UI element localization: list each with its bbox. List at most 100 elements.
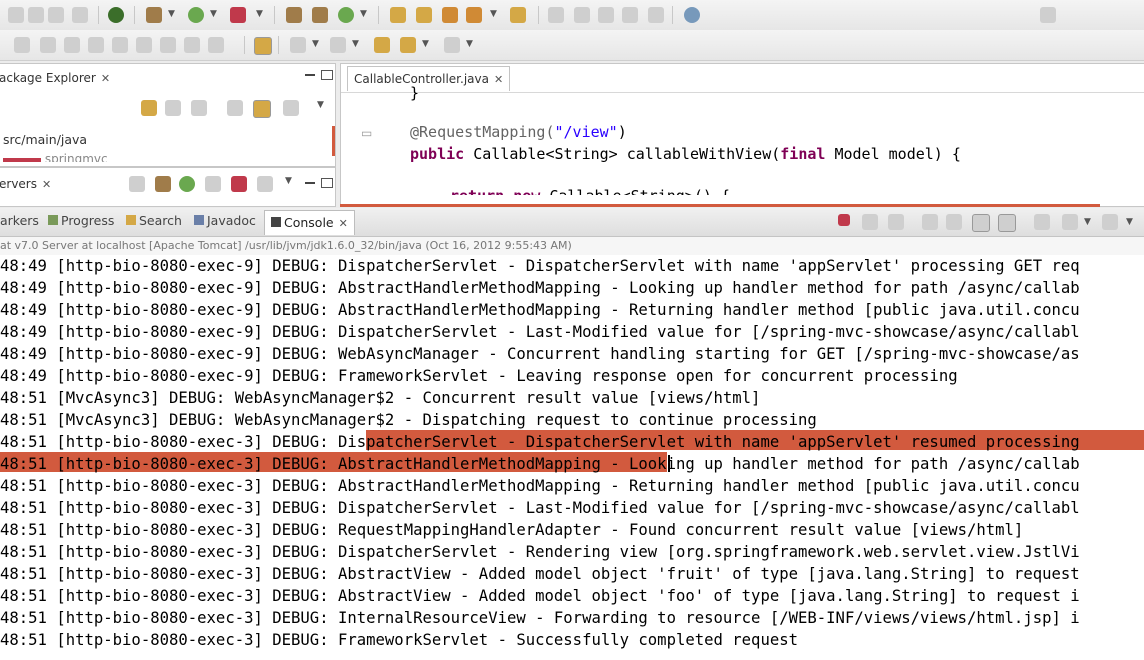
toolbar-separator [672, 6, 673, 24]
pin-console-icon[interactable] [1034, 214, 1050, 230]
forward-icon[interactable] [165, 100, 181, 116]
chevron-down-icon[interactable]: ▼ [360, 9, 367, 19]
tab-callable-controller[interactable]: CallableController.java ✕ [347, 66, 511, 91]
pin-icon[interactable] [548, 7, 564, 23]
step-over-icon[interactable] [136, 37, 152, 53]
show-on-stderr-icon[interactable] [998, 214, 1016, 232]
chevron-down-icon[interactable]: ▼ [490, 9, 497, 19]
chevron-down-icon[interactable]: ▼ [317, 100, 324, 110]
web-browser-icon[interactable] [684, 7, 700, 23]
maximize-icon[interactable] [321, 178, 333, 188]
chevron-down-icon[interactable]: ▼ [168, 9, 175, 19]
server-profile-icon[interactable] [155, 176, 171, 192]
tab-progress[interactable]: Progress [48, 213, 114, 228]
tab-servers[interactable]: ervers ✕ [0, 172, 51, 196]
chevron-down-icon[interactable]: ▼ [1126, 217, 1133, 227]
collapse-all-icon[interactable] [227, 100, 243, 116]
copy-icon[interactable] [622, 7, 638, 23]
save-all-icon[interactable] [48, 7, 64, 23]
display-console-icon[interactable] [1062, 214, 1078, 230]
tab-package-explorer[interactable]: ackage Explorer ✕ [0, 66, 110, 90]
forward-icon[interactable] [444, 37, 460, 53]
tree-item-springmvc[interactable]: springmvc [3, 152, 108, 162]
open-console-icon[interactable] [1102, 214, 1118, 230]
editor-tab-label: CallableController.java [354, 72, 489, 86]
chevron-down-icon[interactable]: ▼ [352, 39, 359, 49]
remove-all-icon[interactable] [888, 214, 904, 230]
scroll-lock-icon[interactable] [946, 214, 962, 230]
chevron-down-icon[interactable]: ▼ [312, 39, 319, 49]
text-cursor [668, 455, 670, 472]
step-into-icon[interactable] [112, 37, 128, 53]
debug-icon[interactable] [146, 7, 162, 23]
drop-to-frame-icon[interactable] [184, 37, 200, 53]
view-menu-icon[interactable] [283, 100, 299, 116]
server-start-icon[interactable] [179, 176, 195, 192]
edit-icon[interactable] [598, 7, 614, 23]
console-line: 48:51 [http-bio-8080-exec-3] DEBUG: Disp… [0, 543, 1080, 561]
new-file-icon[interactable] [8, 7, 24, 23]
server-stop-icon[interactable] [231, 176, 247, 192]
next-annotation-icon[interactable] [290, 37, 306, 53]
clear-console-icon[interactable] [922, 214, 938, 230]
search-icon [126, 215, 136, 225]
chevron-down-icon[interactable]: ▼ [466, 39, 473, 49]
fold-marker-icon[interactable]: ▭ [361, 126, 372, 140]
server-debug-icon[interactable] [129, 176, 145, 192]
tab-console[interactable]: Console ✕ [264, 210, 355, 235]
disconnect-icon[interactable] [88, 37, 104, 53]
open-perspective-icon[interactable] [1040, 7, 1056, 23]
chevron-down-icon[interactable]: ▼ [210, 9, 217, 19]
link-with-editor-icon[interactable] [253, 100, 271, 118]
open-resource-icon[interactable] [510, 7, 526, 23]
perspective-icon[interactable] [108, 7, 124, 23]
skip-breakpoints-icon[interactable] [14, 37, 30, 53]
minimize-icon[interactable] [305, 72, 315, 76]
close-icon[interactable]: ✕ [494, 73, 503, 86]
close-icon[interactable]: ✕ [42, 178, 51, 191]
progress-icon [48, 215, 58, 225]
remove-launch-icon[interactable] [862, 214, 878, 230]
server-publish-icon[interactable] [205, 176, 221, 192]
new-package-icon[interactable] [312, 7, 328, 23]
prev-annotation-icon[interactable] [330, 37, 346, 53]
print-icon[interactable] [72, 7, 88, 23]
open-type-icon[interactable] [390, 7, 406, 23]
last-edit-icon[interactable] [374, 37, 390, 53]
run-icon[interactable] [188, 7, 204, 23]
search-icon[interactable] [416, 7, 432, 23]
suspend-icon[interactable] [40, 37, 56, 53]
tab-markers[interactable]: arkers [0, 213, 39, 228]
external-tools-icon[interactable] [230, 7, 246, 23]
chevron-down-icon[interactable]: ▼ [1084, 217, 1091, 227]
show-on-stdout-icon[interactable] [972, 214, 990, 232]
close-icon[interactable]: ✕ [101, 72, 110, 85]
terminate-icon[interactable] [838, 214, 850, 226]
chevron-down-icon[interactable]: ▼ [256, 9, 263, 19]
stop-icon[interactable] [64, 37, 80, 53]
new-server-icon[interactable] [286, 7, 302, 23]
maximize-icon[interactable] [321, 70, 333, 80]
back-icon[interactable] [400, 37, 416, 53]
open-task-icon[interactable] [442, 7, 458, 23]
toggle-mark-occurrences-icon[interactable] [254, 37, 272, 55]
link-icon[interactable] [574, 7, 590, 23]
link-editor-icon[interactable] [191, 100, 207, 116]
minimize-icon[interactable] [305, 180, 315, 184]
annotation-icon[interactable] [466, 7, 482, 23]
tab-search[interactable]: Search [126, 213, 182, 228]
step-return-icon[interactable] [160, 37, 176, 53]
server-view-menu-icon[interactable] [257, 176, 273, 192]
save-icon[interactable] [28, 7, 44, 23]
close-icon[interactable]: ✕ [339, 217, 348, 230]
chevron-down-icon[interactable]: ▼ [422, 39, 429, 49]
chevron-down-icon[interactable]: ▼ [285, 176, 292, 186]
console-output[interactable]: 48:49 [http-bio-8080-exec-9] DEBUG: Disp… [0, 255, 1144, 660]
back-icon[interactable] [141, 100, 157, 116]
tab-javadoc[interactable]: Javadoc [194, 213, 256, 228]
paste-icon[interactable] [648, 7, 664, 23]
use-step-filters-icon[interactable] [208, 37, 224, 53]
tree-item-src-main-java[interactable]: src/main/java [3, 132, 87, 147]
new-class-icon[interactable] [338, 7, 354, 23]
code-params: Model model) { [825, 145, 961, 163]
